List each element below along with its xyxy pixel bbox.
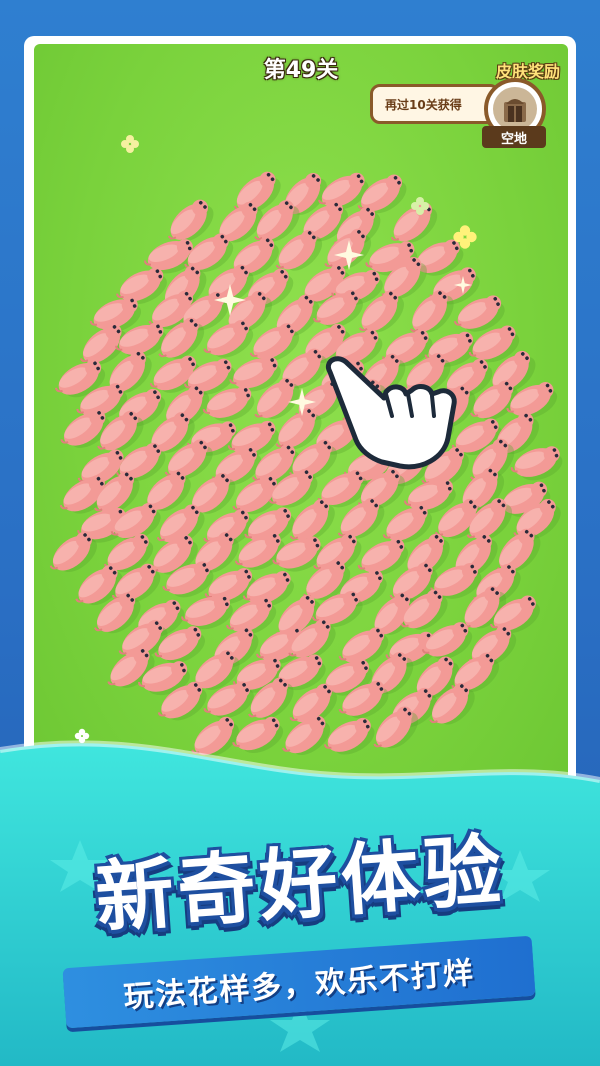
clover-icon: [411, 197, 429, 215]
hand-pointer-icon: [326, 356, 457, 470]
level-title: 第49关: [263, 58, 339, 83]
skin-reward-progress-text: 再过10关获得: [385, 97, 462, 112]
sparkle-icon: [288, 388, 316, 416]
door-icon: [504, 99, 526, 122]
clover-icon: [121, 135, 139, 153]
sparkle-icon: [454, 276, 472, 294]
sparkle-icon: [334, 240, 364, 270]
pig-herd[interactable]: [34, 44, 568, 824]
clover-icon: [453, 225, 477, 249]
skin-reward-progress: 再过10关获得: [370, 84, 500, 124]
game-field[interactable]: 第49关 皮肤奖励 再过10关获得 空地: [34, 44, 568, 824]
sparkle-icon: [214, 284, 246, 316]
skin-name-tag: 空地: [482, 126, 546, 148]
